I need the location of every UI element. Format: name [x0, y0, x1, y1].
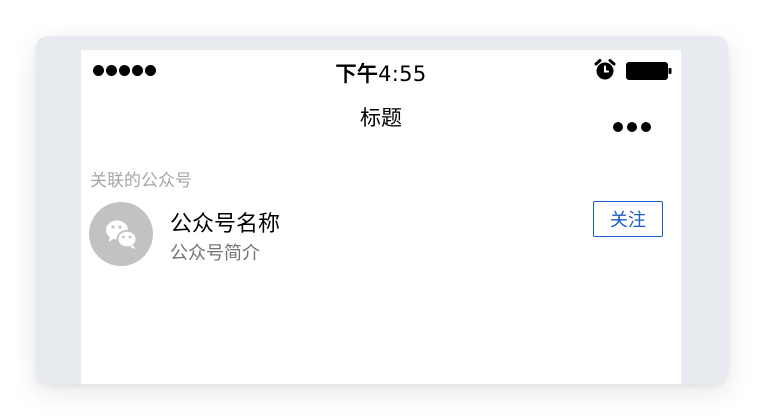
- section-header: 关联的公众号: [90, 171, 192, 191]
- wechat-icon: [106, 220, 138, 250]
- nav-bar: 标题: [81, 90, 681, 150]
- status-time-ampm: 下午: [335, 62, 379, 86]
- phone-screen: 下午4:55 标题 关联的公众号 公众号名称 公众号简介 关注: [81, 50, 681, 384]
- status-time: 下午4:55: [81, 58, 681, 88]
- device-frame: 下午4:55 标题 关联的公众号 公众号名称 公众号简介 关注: [36, 36, 728, 384]
- status-time-value: 4:55: [378, 62, 427, 86]
- avatar: [89, 202, 153, 266]
- more-button[interactable]: [613, 122, 651, 132]
- alarm-icon: [594, 59, 616, 80]
- follow-button[interactable]: 关注: [593, 201, 663, 237]
- account-name: 公众号名称: [170, 212, 281, 237]
- account-description: 公众号简介: [170, 243, 260, 264]
- battery-icon: [626, 62, 672, 80]
- account-list-item[interactable]: 公众号名称 公众号简介 关注: [81, 200, 681, 268]
- status-bar: 下午4:55: [81, 50, 681, 90]
- more-dots-icon: [613, 122, 623, 132]
- page-title: 标题: [360, 106, 402, 130]
